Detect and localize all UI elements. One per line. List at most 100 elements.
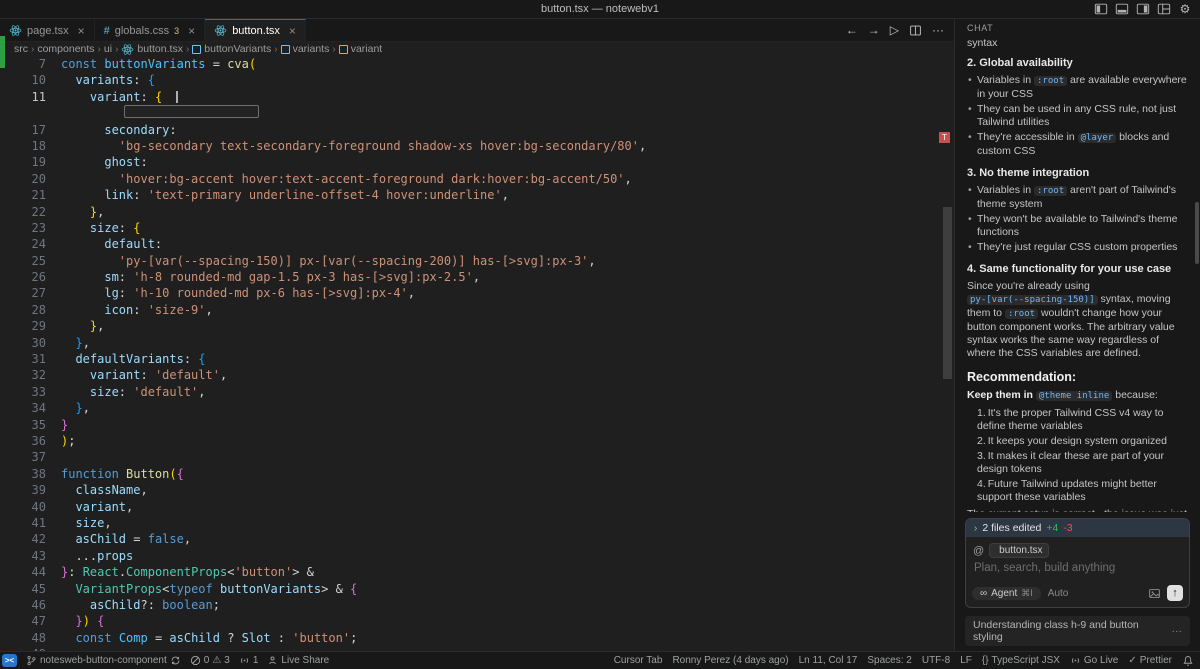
code-line[interactable]: 21 link: 'text-primary underline-offset-… (0, 187, 954, 203)
code-line[interactable]: 45 VariantProps<typeof buttonVariants> &… (0, 581, 954, 597)
split-editor-icon[interactable] (909, 24, 922, 37)
code-line[interactable]: 33 size: 'default', (0, 384, 954, 400)
code-line[interactable]: 30 }, (0, 335, 954, 351)
close-icon[interactable]: × (78, 24, 85, 38)
chat-history-item[interactable]: Understanding class h-9 and button styli… (965, 616, 1190, 646)
code-line[interactable]: 11 variant: { (0, 89, 954, 105)
line-content: variant: 'default', (61, 368, 228, 383)
layout-sidebar-left-icon[interactable] (1094, 2, 1108, 16)
code-line[interactable]: 27 lg: 'h-10 rounded-md px-6 has-[>svg]:… (0, 285, 954, 301)
customize-layout-icon[interactable] (1157, 2, 1171, 16)
history-more-icon[interactable]: ··· (1172, 625, 1183, 637)
code-line[interactable]: 28 icon: 'size-9', (0, 302, 954, 318)
remote-indicator[interactable]: >< (2, 654, 17, 667)
ports-indicator[interactable]: 1 (239, 655, 258, 666)
code-line[interactable]: 46 asChild?: boolean; (0, 597, 954, 613)
code-line[interactable]: 10 variants: { (0, 72, 954, 88)
run-icon[interactable]: ▷ (890, 24, 899, 36)
code-line[interactable]: 17 secondary: (0, 122, 954, 138)
context-chip[interactable]: button.tsx (989, 543, 1049, 558)
chat-content[interactable]: syntax 2. Global availability Variables in… (955, 37, 1200, 512)
cursor-position[interactable]: Ln 11, Col 17 (799, 655, 858, 666)
live-share-item[interactable]: Live Share (267, 655, 329, 666)
files-edited-label: 2 files edited (982, 522, 1042, 534)
tab-globals.css[interactable]: # globals.css 3 × (94, 19, 206, 41)
line-content: secondary: (61, 122, 177, 137)
branch-indicator[interactable]: notesweb-button-component (26, 655, 181, 666)
code-line[interactable]: 41 size, (0, 515, 954, 531)
code-line[interactable]: 37 (0, 449, 954, 465)
indent-setting[interactable]: Spaces: 2 (867, 655, 911, 666)
clipped-text: syntax (967, 37, 998, 48)
code-line[interactable]: 36); (0, 433, 954, 449)
code-line[interactable]: 32 variant: 'default', (0, 367, 954, 383)
sync-icon (170, 655, 181, 666)
code-line[interactable]: 35} (0, 417, 954, 433)
cursor-tab-item[interactable]: Cursor Tab (614, 655, 663, 666)
files-edited-bar[interactable]: › 2 files edited +4 -3 (966, 519, 1189, 537)
close-icon[interactable]: × (289, 24, 296, 38)
expand-chevron-icon[interactable]: › (974, 523, 977, 534)
encoding-setting[interactable]: UTF-8 (922, 655, 950, 666)
line-content: sm: 'h-8 rounded-md gap-1.5 px-3 has-[>s… (61, 270, 481, 285)
code-editor[interactable]: 7 const buttonVariants = cva(10 variants:… (0, 56, 954, 651)
layout-sidebar-right-icon[interactable] (1136, 2, 1150, 16)
send-button[interactable]: ↑ (1167, 585, 1183, 601)
code-line[interactable]: 7 const buttonVariants = cva( (0, 56, 954, 72)
nav-back-icon[interactable]: ← (846, 24, 858, 36)
line-number: 33 (31, 384, 46, 399)
code-line[interactable]: 49 (0, 646, 954, 651)
go-live-item[interactable]: Go Live (1070, 655, 1118, 666)
breadcrumb-item-variant[interactable]: variant (338, 43, 382, 55)
code-line[interactable]: 20 'hover:bg-accent hover:text-accent-fo… (0, 171, 954, 187)
error-count: 0 (203, 655, 210, 666)
inline-widget-row[interactable] (0, 105, 954, 121)
code-line[interactable]: 31 defaultVariants: { (0, 351, 954, 367)
code-line[interactable]: 40 variant, (0, 499, 954, 515)
line-number: 46 (31, 597, 46, 612)
chat-scrollbar[interactable] (1195, 202, 1199, 264)
breadcrumb-item-ui[interactable]: ui (104, 43, 112, 55)
code-line[interactable]: 34 }, (0, 400, 954, 416)
breadcrumb-item-variants[interactable]: variants (280, 43, 329, 55)
breadcrumb-item-buttonVariants[interactable]: buttonVariants (192, 43, 271, 55)
eol-setting[interactable]: LF (960, 655, 972, 666)
mode-selector[interactable]: ∞ Agent ⌘I (972, 586, 1041, 600)
breadcrumb-item-button.tsx[interactable]: button.tsx (121, 43, 183, 56)
code-line[interactable]: 39 className, (0, 482, 954, 498)
code-line[interactable]: 24 default: (0, 236, 954, 252)
image-icon[interactable] (1148, 587, 1161, 600)
breadcrumb-item-components[interactable]: components (37, 43, 94, 55)
code-line[interactable]: 44}: React.ComponentProps<'button'> & (0, 564, 954, 580)
code-line[interactable]: 42 asChild = false, (0, 531, 954, 547)
chat-input-field[interactable]: Plan, search, build anything (966, 560, 1189, 582)
code-line[interactable]: 25 'py-[var(--spacing-150)] px-[var(--sp… (0, 253, 954, 269)
problems-indicator[interactable]: 0 ⚠ 3 (190, 655, 230, 666)
code-line[interactable]: 47 }) { (0, 613, 954, 629)
close-icon[interactable]: × (188, 24, 195, 38)
code-line[interactable]: 19 ghost: (0, 154, 954, 170)
settings-gear-icon[interactable]: ⚙ (1178, 2, 1192, 16)
nav-forward-icon[interactable]: → (868, 24, 880, 36)
model-selector[interactable]: Auto (1048, 588, 1069, 599)
tab-button.tsx[interactable]: button.tsx × (205, 19, 306, 41)
prettier-item[interactable]: ✓ Prettier (1128, 655, 1172, 666)
notifications-bell-icon[interactable] (1182, 655, 1194, 667)
code-line[interactable]: 48 const Comp = asChild ? Slot : 'button… (0, 630, 954, 646)
line-content: lg: 'h-10 rounded-md px-6 has-[>svg]:px-… (61, 286, 416, 301)
editor-scrollbar[interactable] (943, 207, 952, 379)
code-line[interactable]: 43 ...props (0, 548, 954, 564)
tab-page.tsx[interactable]: page.tsx × (0, 19, 95, 41)
git-blame-item[interactable]: Ronny Perez (4 days ago) (672, 655, 788, 666)
add-context-icon[interactable]: @ (973, 545, 984, 557)
code-line[interactable]: 26 sm: 'h-8 rounded-md gap-1.5 px-3 has-… (0, 269, 954, 285)
layout-panel-icon[interactable] (1115, 2, 1129, 16)
code-line[interactable]: 22 }, (0, 204, 954, 220)
code-line[interactable]: 18 'bg-secondary text-secondary-foregrou… (0, 138, 954, 154)
breadcrumb-item-src[interactable]: src (14, 43, 28, 55)
code-line[interactable]: 29 }, (0, 318, 954, 334)
language-mode[interactable]: {} TypeScript JSX (982, 655, 1060, 666)
more-actions-icon[interactable]: ··· (932, 24, 944, 36)
code-line[interactable]: 38 function Button({ (0, 466, 954, 482)
code-line[interactable]: 23 size: { (0, 220, 954, 236)
